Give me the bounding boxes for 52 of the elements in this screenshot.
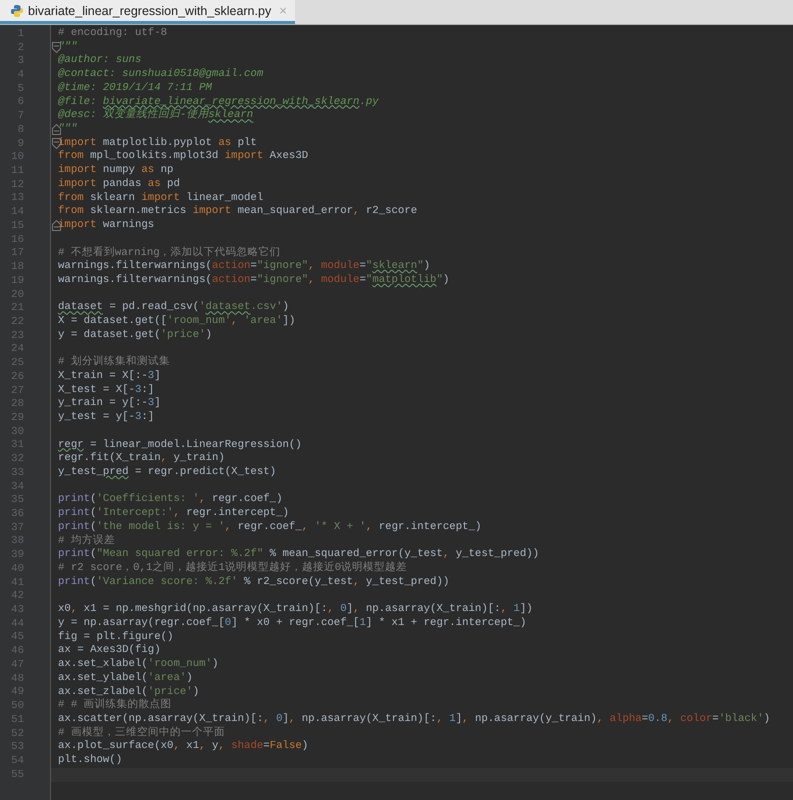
code-line: @file: bivariate_linear_regression_with_sklearn.py: [58, 96, 379, 108]
code-line: """: [58, 123, 78, 137]
code-line: @contact: sunshuai0518@gmail.com: [58, 68, 264, 82]
code-line: plt.show(): [58, 754, 122, 768]
code-line: """: [58, 40, 78, 54]
file-tab[interactable]: bivariate_linear_regression_with_sklearn.py ×: [0, 0, 295, 24]
code-line: from sklearn.metrics import mean_squared_error, r2_score: [58, 205, 418, 219]
code-line: # encoding: utf-8: [58, 27, 168, 41]
code-line: print('Coefficients: ', regr.coef_): [58, 493, 283, 507]
code-line: @desc: 双变量线性回归-使用sklearn: [58, 109, 254, 123]
code-line: y = dataset.get('price'): [58, 328, 212, 343]
code-line: import pandas as pd: [58, 178, 180, 192]
code-line: @time: 2019/1/14 7:11 PM: [58, 82, 212, 96]
code-line: X_train = X[:-3]: [58, 370, 161, 384]
code-line: # 不想看到warning，添加以下代码忽略它们: [58, 246, 281, 260]
code-line: # # 画训练集的散点图: [58, 699, 172, 713]
code-line: ax.set_zlabel('price'): [58, 686, 200, 698]
code-line: print('Intercept:', regr.intercept_): [58, 507, 289, 521]
code-line: # 均方误差: [58, 534, 115, 548]
code-line: ax.scatter(np.asarray(X_train)[:, 0], np.asarray(X_train)[:, 1], np.asarray(y_train), alpha=0.8, color='black'): [58, 712, 770, 726]
fold-icon[interactable]: [52, 124, 61, 136]
code-line: import warnings: [58, 219, 154, 233]
code-line: ax = Axes3D(fig): [58, 644, 161, 658]
code-line: warnings.filterwarnings(action="ignore", module="sklearn"): [58, 260, 430, 274]
python-file-icon: [10, 4, 24, 18]
code-line: print("Mean squared error: %.2f" % mean_squared_error(y_test, y_test_pred)): [58, 548, 540, 561]
code-line: X = dataset.get(['room_num', 'area']): [58, 315, 296, 329]
code-line: # 划分训练集和测试集: [58, 356, 170, 370]
code-line: # 画模型，三维空间中的一个平面: [58, 726, 225, 740]
code-line: x0, x1 = np.meshgrid(np.asarray(X_train)[:, 0], np.asarray(X_train)[:, 1]): [58, 603, 533, 617]
code-line: from sklearn import linear_model: [58, 192, 264, 205]
code-line: @author: suns: [58, 54, 142, 68]
code-line: # r2 score，0,1之间，越接近1说明模型越好，越接近0说明模型越差: [58, 562, 408, 576]
code-line: fig = plt.figure(): [58, 630, 174, 644]
code-line: print('Variance score: %.2f' % r2_score(y_test, y_test_pred)): [58, 576, 450, 590]
code-line: dataset = pd.read_csv('dataset.csv'): [58, 301, 289, 315]
code-line: regr.fit(X_train, y_train): [58, 452, 225, 466]
code-line: y_test = y[-3:]: [58, 411, 154, 425]
code-line: ax.set_ylabel('area'): [58, 672, 193, 686]
code-line: import matplotlib.pyplot as plt: [58, 136, 257, 150]
code-line: regr = linear_model.LinearRegression(): [58, 438, 302, 452]
code-line: print('the model is: y = ', regr.coef_, '* X + ', regr.intercept_): [58, 520, 482, 534]
code-line: import numpy as np: [58, 164, 174, 178]
code-line: y_test_pred = regr.predict(X_test): [58, 466, 276, 480]
code-line: warnings.filterwarnings(action="ignore", module="matplotlib"): [58, 274, 450, 288]
code-line: y = np.asarray(regr.coef_[0] * x0 + regr.coef_[1] * x1 + regr.intercept_): [58, 616, 526, 631]
code-line: y_train = y[:-3]: [58, 397, 161, 411]
code-line: X_test = X[-3:]: [58, 384, 154, 397]
code-line: ax.plot_surface(x0, x1, y, shade=False): [58, 740, 308, 754]
fold-icon[interactable]: [52, 42, 61, 54]
code-line: ax.set_xlabel('room_num'): [58, 658, 218, 672]
code-line: from mpl_toolkits.mplot3d import Axes3D: [58, 150, 308, 164]
